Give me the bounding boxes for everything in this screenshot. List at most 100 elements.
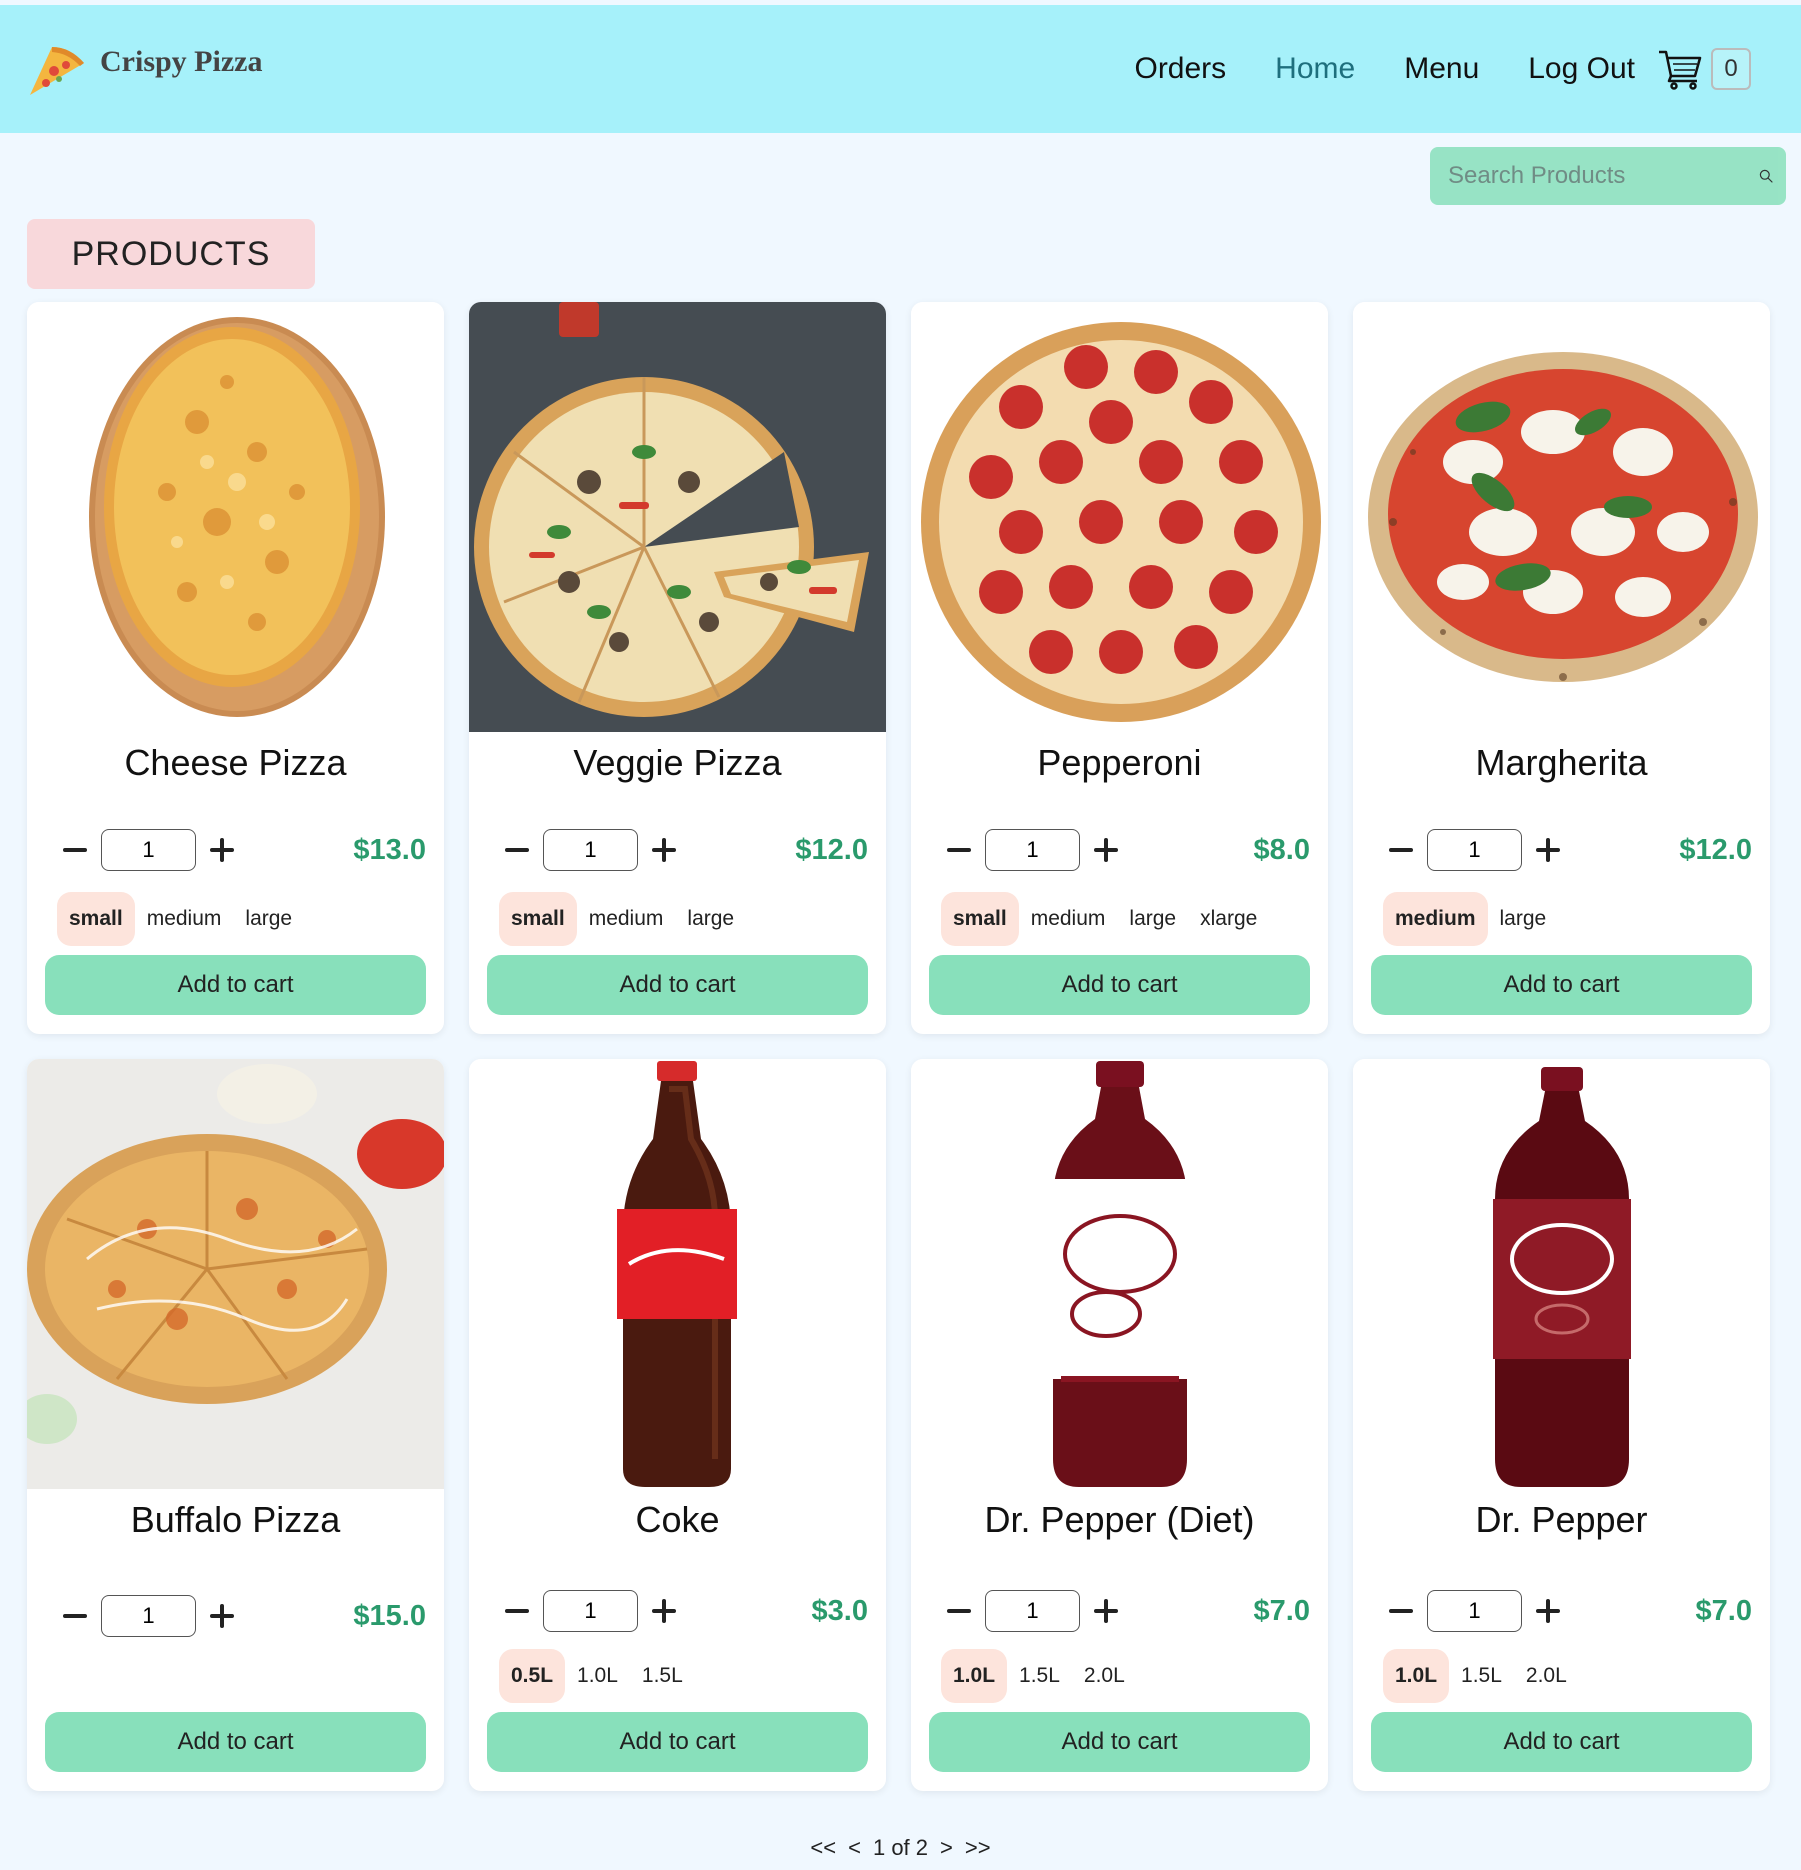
product-name: Dr. Pepper bbox=[1475, 1499, 1648, 1540]
size-option[interactable]: 2.0L bbox=[1514, 1649, 1579, 1703]
increase-quantity-button[interactable] bbox=[650, 836, 678, 864]
decrease-quantity-button[interactable] bbox=[1387, 836, 1415, 864]
add-to-cart-button[interactable]: Add to cart bbox=[487, 955, 868, 1015]
size-option[interactable]: 1.5L bbox=[630, 1649, 695, 1703]
main-nav: Orders Home Menu Log Out 0 bbox=[1134, 5, 1801, 133]
quantity-input[interactable] bbox=[101, 1595, 196, 1637]
decrease-quantity-button[interactable] bbox=[503, 1597, 531, 1625]
product-price: $7.0 bbox=[1253, 1594, 1310, 1627]
product-grid: Cheese Pizza $13.0 small medium large Ad… bbox=[27, 302, 1773, 1791]
decrease-quantity-button[interactable] bbox=[945, 1597, 973, 1625]
size-option[interactable]: 0.5L bbox=[499, 1649, 566, 1703]
product-card: Veggie Pizza $12.0 small medium large Ad… bbox=[469, 302, 886, 1034]
product-price: $12.0 bbox=[795, 833, 868, 866]
product-card: Cheese Pizza $13.0 small medium large Ad… bbox=[27, 302, 444, 1034]
prev-page-button[interactable]: < bbox=[848, 1835, 861, 1861]
quantity-stepper: $12.0 bbox=[1387, 828, 1752, 872]
brand-name: Crispy Pizza bbox=[100, 45, 263, 78]
quantity-input[interactable] bbox=[101, 829, 196, 871]
increase-quantity-button[interactable] bbox=[1534, 836, 1562, 864]
decrease-quantity-button[interactable] bbox=[503, 836, 531, 864]
product-name: Cheese Pizza bbox=[124, 742, 347, 783]
product-name: Margherita bbox=[1475, 742, 1648, 783]
quantity-input[interactable] bbox=[1427, 829, 1522, 871]
add-to-cart-button[interactable]: Add to cart bbox=[929, 955, 1310, 1015]
size-option[interactable]: 1.0L bbox=[565, 1649, 630, 1703]
increase-quantity-button[interactable] bbox=[1092, 1597, 1120, 1625]
next-page-button[interactable]: > bbox=[940, 1835, 953, 1861]
quantity-input[interactable] bbox=[543, 1590, 638, 1632]
quantity-stepper: $8.0 bbox=[945, 828, 1310, 872]
quantity-input[interactable] bbox=[543, 829, 638, 871]
decrease-quantity-button[interactable] bbox=[61, 1602, 89, 1630]
decrease-quantity-button[interactable] bbox=[1387, 1597, 1415, 1625]
nav-menu[interactable]: Menu bbox=[1404, 52, 1479, 86]
size-option[interactable]: 1.0L bbox=[941, 1649, 1008, 1703]
decrease-quantity-button[interactable] bbox=[61, 836, 89, 864]
size-option[interactable]: xlarge bbox=[1188, 892, 1269, 946]
page: Crispy Pizza Orders Home Menu Log Out 0 bbox=[0, 0, 1801, 1870]
nav-home[interactable]: Home bbox=[1275, 52, 1355, 86]
search-bar bbox=[1430, 147, 1786, 205]
cart-button[interactable]: 0 bbox=[1657, 48, 1751, 90]
increase-quantity-button[interactable] bbox=[1534, 1597, 1562, 1625]
brand-logo[interactable]: Crispy Pizza bbox=[26, 43, 262, 101]
add-to-cart-button[interactable]: Add to cart bbox=[929, 1712, 1310, 1772]
product-card: Dr. Pepper $7.0 1.0L 1.5L 2.0L Add to ca… bbox=[1353, 1059, 1770, 1791]
size-option[interactable]: medium bbox=[577, 892, 676, 946]
size-option[interactable]: medium bbox=[1383, 892, 1488, 946]
product-card: Margherita $12.0 medium large Add to car… bbox=[1353, 302, 1770, 1034]
nav-logout[interactable]: Log Out bbox=[1528, 52, 1635, 86]
size-option[interactable]: large bbox=[233, 892, 304, 946]
quantity-stepper: $3.0 bbox=[503, 1589, 868, 1633]
size-options: small medium large bbox=[499, 892, 746, 946]
size-option[interactable]: 1.5L bbox=[1449, 1649, 1514, 1703]
size-option[interactable]: large bbox=[1488, 892, 1559, 946]
size-option[interactable]: large bbox=[675, 892, 746, 946]
last-page-button[interactable]: >> bbox=[965, 1835, 991, 1861]
increase-quantity-button[interactable] bbox=[650, 1597, 678, 1625]
size-option[interactable]: 2.0L bbox=[1072, 1649, 1137, 1703]
quantity-input[interactable] bbox=[1427, 1590, 1522, 1632]
quantity-stepper: $7.0 bbox=[1387, 1589, 1752, 1633]
quantity-input[interactable] bbox=[985, 829, 1080, 871]
add-to-cart-button[interactable]: Add to cart bbox=[487, 1712, 868, 1772]
size-options: small medium large xlarge bbox=[941, 892, 1269, 946]
add-to-cart-button[interactable]: Add to cart bbox=[1371, 1712, 1752, 1772]
size-option[interactable]: small bbox=[57, 892, 135, 946]
product-price: $13.0 bbox=[353, 833, 426, 866]
search-input[interactable] bbox=[1430, 162, 1758, 190]
quantity-stepper: $7.0 bbox=[945, 1589, 1310, 1633]
buffalo-pizza-image bbox=[27, 1059, 444, 1489]
pizza-slice-icon bbox=[30, 47, 84, 95]
top-header: Crispy Pizza Orders Home Menu Log Out 0 bbox=[0, 5, 1801, 133]
product-price: $8.0 bbox=[1253, 833, 1310, 866]
search-icon[interactable] bbox=[1758, 156, 1774, 196]
size-option[interactable]: small bbox=[499, 892, 577, 946]
first-page-button[interactable]: << bbox=[810, 1835, 836, 1861]
size-option[interactable]: small bbox=[941, 892, 1019, 946]
pepperoni-pizza-image bbox=[911, 302, 1328, 732]
size-option[interactable]: large bbox=[1117, 892, 1188, 946]
coke-bottle-image bbox=[469, 1059, 886, 1489]
product-price: $12.0 bbox=[1679, 833, 1752, 866]
size-option[interactable]: 1.0L bbox=[1383, 1649, 1450, 1703]
product-name: Dr. Pepper (Diet) bbox=[984, 1499, 1255, 1540]
increase-quantity-button[interactable] bbox=[1092, 836, 1120, 864]
nav-orders[interactable]: Orders bbox=[1134, 52, 1226, 86]
decrease-quantity-button[interactable] bbox=[945, 836, 973, 864]
size-option[interactable]: 1.5L bbox=[1007, 1649, 1072, 1703]
increase-quantity-button[interactable] bbox=[208, 1602, 236, 1630]
margherita-pizza-image bbox=[1353, 302, 1770, 732]
size-option[interactable]: medium bbox=[1019, 892, 1118, 946]
size-options: 1.0L 1.5L 2.0L bbox=[1383, 1649, 1579, 1703]
add-to-cart-button[interactable]: Add to cart bbox=[45, 1712, 426, 1772]
product-price: $15.0 bbox=[353, 1599, 426, 1632]
size-option[interactable]: medium bbox=[135, 892, 234, 946]
diet-dr-pepper-bottle-image bbox=[911, 1059, 1328, 1489]
cheese-pizza-image bbox=[27, 302, 444, 732]
quantity-input[interactable] bbox=[985, 1590, 1080, 1632]
add-to-cart-button[interactable]: Add to cart bbox=[1371, 955, 1752, 1015]
increase-quantity-button[interactable] bbox=[208, 836, 236, 864]
add-to-cart-button[interactable]: Add to cart bbox=[45, 955, 426, 1015]
